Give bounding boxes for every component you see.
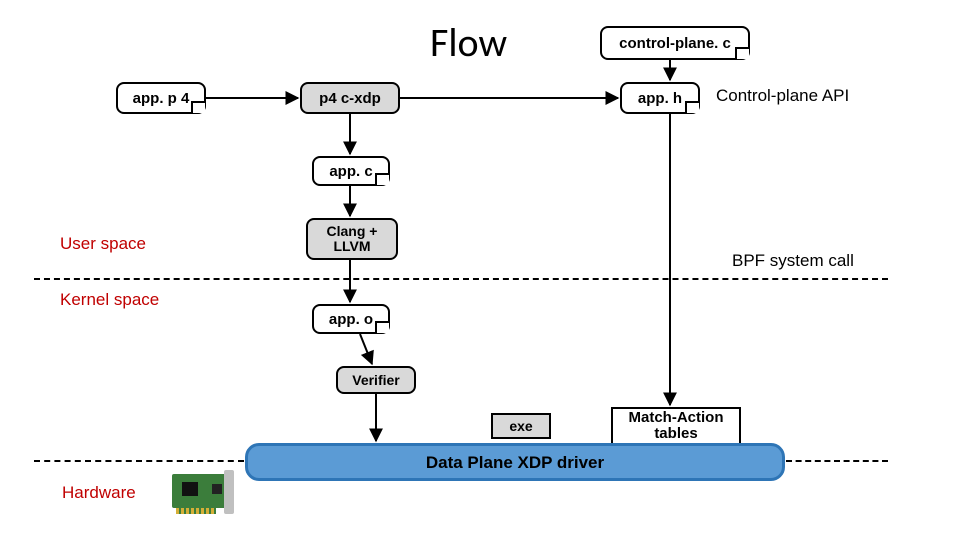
hardware-nic-icon <box>172 470 242 514</box>
node-control-plane-c: control-plane. c <box>600 26 750 60</box>
label-kernel-space: Kernel space <box>60 290 159 310</box>
divider-user-kernel <box>34 278 888 280</box>
node-app-o: app. o <box>312 304 390 334</box>
node-clang-llvm: Clang + LLVM <box>306 218 398 260</box>
label-hardware: Hardware <box>62 483 136 503</box>
node-app-p4: app. p 4 <box>116 82 206 114</box>
node-data-plane-driver: Data Plane XDP driver <box>245 443 785 481</box>
node-app-h: app. h <box>620 82 700 114</box>
node-app-c: app. c <box>312 156 390 186</box>
driver-label: Data Plane XDP driver <box>426 453 604 473</box>
divider-kernel-hardware-left <box>34 460 244 462</box>
node-match-action-tables: Match-Action tables <box>611 407 741 445</box>
label-bpf-system-call: BPF system call <box>732 251 854 271</box>
node-verifier: Verifier <box>336 366 416 394</box>
node-exe: exe <box>491 413 551 439</box>
divider-kernel-hardware-right <box>786 460 888 462</box>
label-control-plane-api: Control-plane API <box>716 86 849 106</box>
label-user-space: User space <box>60 234 146 254</box>
diagram-title: Flow <box>430 18 507 67</box>
node-p4c-xdp: p4 c-xdp <box>300 82 400 114</box>
